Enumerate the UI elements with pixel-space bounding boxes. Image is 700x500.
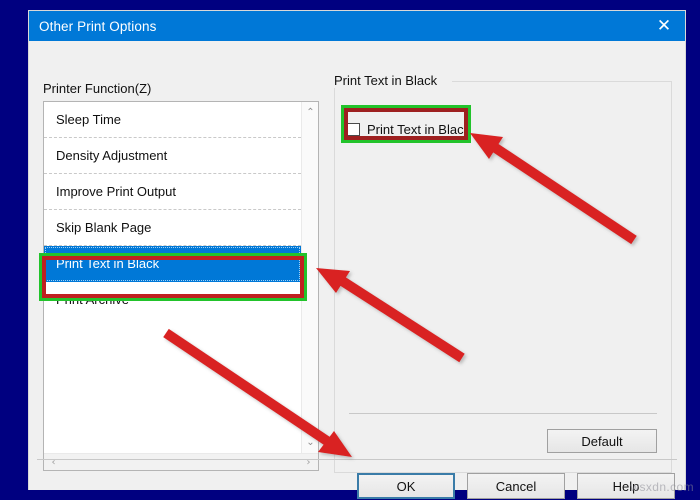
chevron-down-icon[interactable]: ⌄ [302, 434, 319, 451]
footer-separator [37, 459, 677, 460]
list-item[interactable]: Improve Print Output [44, 174, 301, 210]
ok-button[interactable]: OK [357, 473, 455, 499]
checkbox-box-icon[interactable] [347, 122, 360, 136]
list-item-label: Print Archive [56, 292, 129, 307]
list-item-label: Improve Print Output [56, 184, 176, 199]
list-item[interactable]: Sleep Time [44, 102, 301, 138]
title-bar: Other Print Options ✕ [29, 11, 685, 41]
list-horizontal-scrollbar[interactable]: ‹ › [44, 453, 318, 470]
list-vertical-scrollbar[interactable]: ⌃ ⌄ [301, 102, 318, 453]
list-item[interactable]: Density Adjustment [44, 138, 301, 174]
dialog-window: Other Print Options ✕ Printer Function(Z… [28, 10, 686, 499]
list-item-label: Skip Blank Page [56, 220, 152, 235]
list-item[interactable]: Print Archive [44, 282, 301, 318]
chevron-right-icon[interactable]: › [300, 454, 317, 471]
list-item-label: Sleep Time [56, 112, 122, 127]
dialog-body: Printer Function(Z) Sleep Time Density A… [29, 41, 685, 490]
window-title: Other Print Options [39, 18, 157, 34]
print-text-in-black-checkbox[interactable]: Print Text in Black [347, 119, 470, 139]
footer-button-row: OK Cancel Help [357, 473, 675, 499]
chevron-up-icon[interactable]: ⌃ [302, 104, 319, 121]
chevron-left-icon[interactable]: ‹ [45, 454, 62, 471]
list-item-label: Print Text in Black [56, 256, 160, 271]
screen: Other Print Options ✕ Printer Function(Z… [0, 0, 700, 500]
watermark: wsxdn.com [630, 480, 694, 494]
list-items-container: Sleep Time Density Adjustment Improve Pr… [44, 102, 301, 453]
list-item-selected[interactable]: Print Text in Black [44, 246, 301, 282]
cancel-button[interactable]: Cancel [467, 473, 565, 499]
printer-function-list[interactable]: Sleep Time Density Adjustment Improve Pr… [43, 101, 319, 471]
printer-function-label: Printer Function(Z) [43, 81, 152, 96]
list-item-label: Density Adjustment [56, 148, 168, 163]
panel-separator [349, 413, 657, 414]
default-button[interactable]: Default [547, 429, 657, 453]
group-box-legend: Print Text in Black [334, 73, 444, 88]
list-item[interactable]: Skip Blank Page [44, 210, 301, 246]
close-icon[interactable]: ✕ [643, 11, 685, 41]
checkbox-label: Print Text in Black [367, 121, 471, 137]
group-box: Print Text in Black Default [334, 81, 672, 473]
print-text-in-black-panel: Print Text in Black Print Text in Black … [334, 69, 672, 473]
